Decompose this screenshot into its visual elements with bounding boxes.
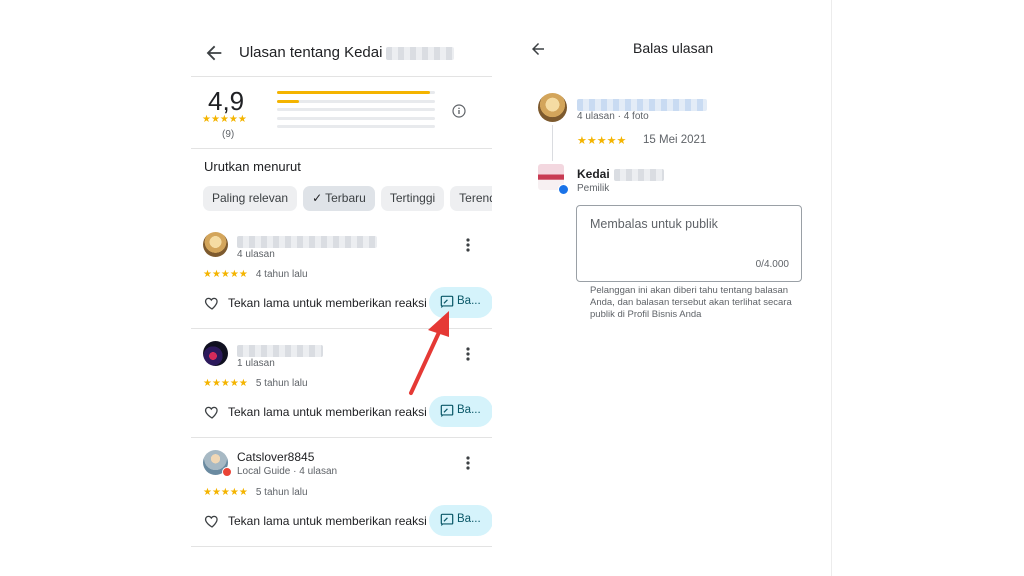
avatar[interactable] (203, 341, 228, 366)
redacted-name (613, 168, 664, 181)
reply-icon (440, 295, 454, 309)
reply-placeholder: Membalas untuk publik (590, 217, 718, 231)
page-title: Balas ulasan (633, 40, 714, 56)
reviewer-name[interactable] (237, 234, 377, 248)
local-guide-badge (222, 467, 232, 477)
review-time: 5 tahun lalu (255, 487, 308, 498)
sort-label: Urutkan menurut (204, 159, 301, 174)
rating-summary: 4,9 ★★★★★ (9) (191, 80, 492, 148)
reviewer-meta: 4 ulasan · 4 foto (577, 111, 649, 122)
reviewer-meta: 1 ulasan (237, 358, 275, 369)
reply-icon (440, 404, 454, 418)
heart-icon[interactable] (204, 404, 220, 420)
rating-bar (277, 116, 435, 120)
reviewer-meta: 4 ulasan (237, 249, 275, 260)
rating-bar (277, 91, 435, 94)
redacted-name (237, 235, 377, 248)
divider (191, 546, 492, 547)
info-icon[interactable] (451, 103, 467, 119)
review-stars: ★★★★★ 5 tahun lalu (203, 487, 308, 498)
divider (191, 148, 492, 149)
reviewer-meta: Local Guide · 4 ulasan (237, 466, 338, 477)
more-options-icon[interactable] (463, 237, 473, 253)
redacted-name (577, 98, 707, 111)
average-rating: 4,9 (208, 86, 245, 116)
reviewer-name[interactable]: Catslover8845 (237, 450, 314, 464)
avatar (538, 93, 567, 122)
review-stars: ★★★★★ (577, 135, 627, 147)
char-counter: 0/4.000 (755, 259, 789, 270)
review-time: 5 tahun lalu (255, 378, 308, 389)
verified-check-icon (558, 184, 569, 195)
reviews-header: Ulasan tentang Kedai (191, 30, 492, 76)
chip-label: Tertinggi (389, 191, 436, 205)
reply-button[interactable]: Ba... (429, 287, 492, 318)
heart-icon[interactable] (204, 513, 220, 529)
reply-label: Ba... (457, 513, 481, 525)
reply-note: Pelanggan ini akan diberi tahu tentang b… (590, 285, 792, 320)
sort-chip[interactable]: Terendah (450, 186, 492, 211)
sort-chip[interactable]: Tertinggi (380, 186, 445, 211)
rating-bar (277, 125, 435, 128)
rating-count: (9) (222, 129, 235, 140)
arrow-left-icon[interactable] (203, 42, 225, 64)
reviews-panel: Ulasan tentang Kedai 4,9 ★★★★★ (9) Urutk… (191, 0, 492, 576)
react-hint[interactable]: Tekan lama untuk memberikan reaksi (228, 296, 427, 310)
arrow-left-icon[interactable] (529, 40, 547, 58)
rating-bar (277, 99, 435, 103)
review-stars: ★★★★★ 4 tahun lalu (203, 269, 308, 280)
reply-label: Ba... (457, 404, 481, 416)
reply-button[interactable]: Ba... (429, 505, 492, 536)
rating-distribution (277, 91, 435, 134)
react-hint[interactable]: Tekan lama untuk memberikan reaksi (228, 405, 427, 419)
rating-bar (277, 108, 435, 111)
react-hint[interactable]: Tekan lama untuk memberikan reaksi (228, 514, 427, 528)
annotation-arrow (409, 311, 449, 395)
divider (191, 76, 492, 77)
review-item: 4 ulasan ★★★★★ 4 tahun lalu Tekan lama un… (191, 220, 492, 329)
review-date: 15 Mei 2021 (643, 134, 707, 146)
chip-label: Terendah (459, 191, 492, 205)
reply-panel: Balas ulasan 4 ulasan · 4 foto ★★★★★ 15 … (516, 0, 832, 576)
review-time: 4 tahun lalu (255, 269, 308, 280)
rating-bar-fill (277, 91, 431, 94)
reply-label: Ba... (457, 295, 481, 307)
more-options-icon[interactable] (463, 346, 473, 362)
review-item: 1 ulasan ★★★★★ 5 tahun lalu Tekan lama un… (191, 329, 492, 438)
rating-stars: ★★★★★ (202, 114, 247, 125)
reply-icon (440, 513, 454, 527)
business-name: Kedai (577, 167, 664, 181)
sort-chips: Paling relevan ✓Terbaru Tertinggi Terendah (203, 186, 492, 211)
page-title: Ulasan tentang Kedai (239, 44, 455, 61)
thread-line (552, 125, 553, 161)
reviewer-name[interactable] (237, 343, 323, 357)
review-stars: ★★★★★ 5 tahun lalu (203, 378, 308, 389)
redacted-name (386, 46, 455, 60)
chip-label: Terbaru (325, 191, 366, 205)
reply-button[interactable]: Ba... (429, 396, 492, 427)
rating-bar-fill (277, 99, 300, 103)
owner-role: Pemilik (577, 183, 610, 194)
chip-label: Paling relevan (212, 191, 289, 205)
redacted-name (237, 344, 323, 357)
check-icon: ✓ (312, 191, 323, 205)
review-item: Catslover8845 Local Guide · 4 ulasan ★★★… (191, 438, 492, 547)
avatar[interactable] (203, 232, 228, 257)
more-options-icon[interactable] (463, 455, 473, 471)
sort-chip[interactable]: Paling relevan (203, 186, 298, 211)
sort-chip[interactable]: ✓ Terbaru (303, 186, 375, 211)
reply-textarea[interactable]: Membalas untuk publik 0/4.000 (576, 205, 802, 282)
heart-icon[interactable] (204, 295, 220, 311)
